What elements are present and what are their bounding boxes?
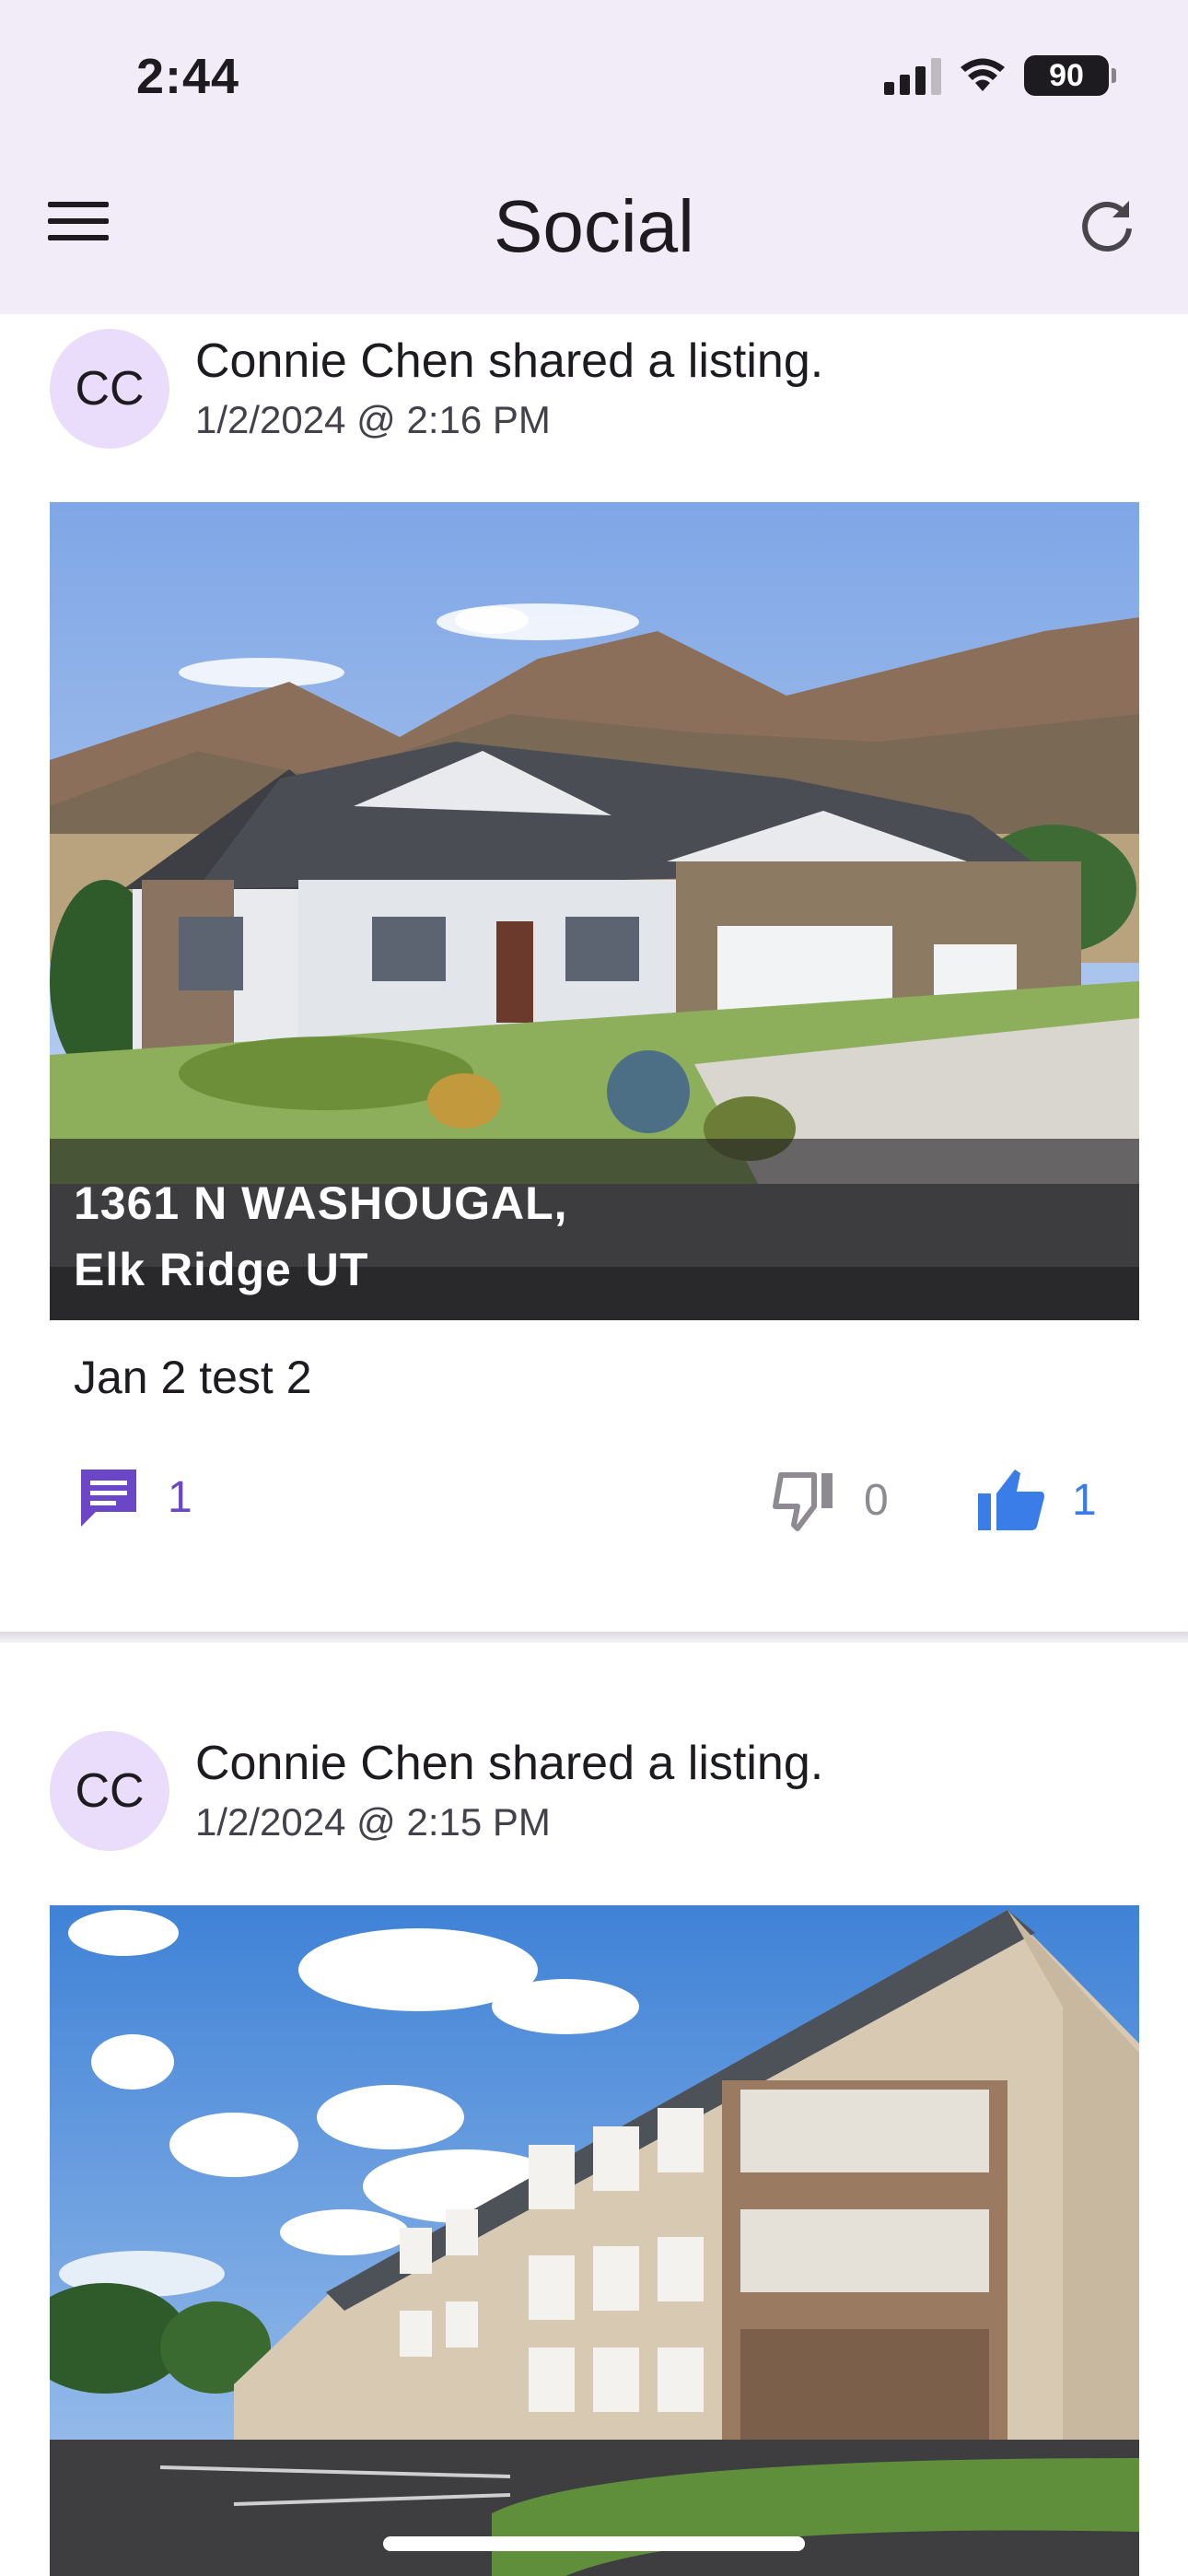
dislike-button[interactable]: 0 [770, 1466, 889, 1534]
post-headline: Connie Chen shared a listing. [195, 334, 824, 388]
listing-photo[interactable] [50, 1905, 1139, 2576]
battery-level: 90 [1049, 57, 1084, 93]
status-icons: 90 [884, 55, 1116, 96]
listing-photo[interactable]: 1361 N WASHOUGAL, Elk Ridge UT [50, 502, 1139, 1320]
dislike-count: 0 [864, 1475, 889, 1525]
wifi-icon [961, 58, 1005, 91]
avatar[interactable]: CC [50, 329, 169, 449]
feed-post: CC Connie Chen shared a listing. 1/2/202… [0, 1643, 1188, 2576]
post-actions: 1 0 1 [0, 1466, 1188, 1558]
post-headline: Connie Chen shared a listing. [195, 1737, 824, 1790]
battery-icon: 90 [1024, 55, 1116, 96]
like-button[interactable]: 1 [976, 1466, 1097, 1534]
listing-address-line2: Elk Ridge UT [74, 1244, 369, 1295]
listing-address-line1: 1361 N WASHOUGAL, [74, 1177, 568, 1229]
status-time: 2:44 [136, 49, 240, 104]
post-divider [0, 1632, 1188, 1643]
apartment-photo [50, 1905, 1139, 2576]
social-feed: CC Connie Chen shared a listing. 1/2/202… [0, 314, 1188, 2576]
refresh-icon [1082, 201, 1132, 252]
cellular-signal-icon [884, 56, 941, 95]
like-count: 1 [1072, 1475, 1097, 1525]
app-bar: 2:44 90 Social [0, 0, 1188, 314]
comment-button[interactable]: 1 [77, 1466, 192, 1528]
page-title: Social [494, 185, 694, 267]
comment-count: 1 [168, 1472, 192, 1522]
listing-address-overlay: 1361 N WASHOUGAL, Elk Ridge UT [50, 1139, 1139, 1320]
post-timestamp: 1/2/2024 @ 2:16 PM [195, 398, 551, 441]
home-indicator[interactable] [383, 2536, 805, 2551]
refresh-button[interactable] [1077, 195, 1151, 269]
comment-icon [81, 1469, 136, 1527]
post-timestamp: 1/2/2024 @ 2:15 PM [195, 1800, 551, 1844]
avatar[interactable]: CC [50, 1731, 169, 1851]
post-text: Jan 2 test 2 [74, 1352, 312, 1403]
thumbs-down-icon [773, 1472, 833, 1531]
thumbs-up-icon [978, 1469, 1044, 1530]
